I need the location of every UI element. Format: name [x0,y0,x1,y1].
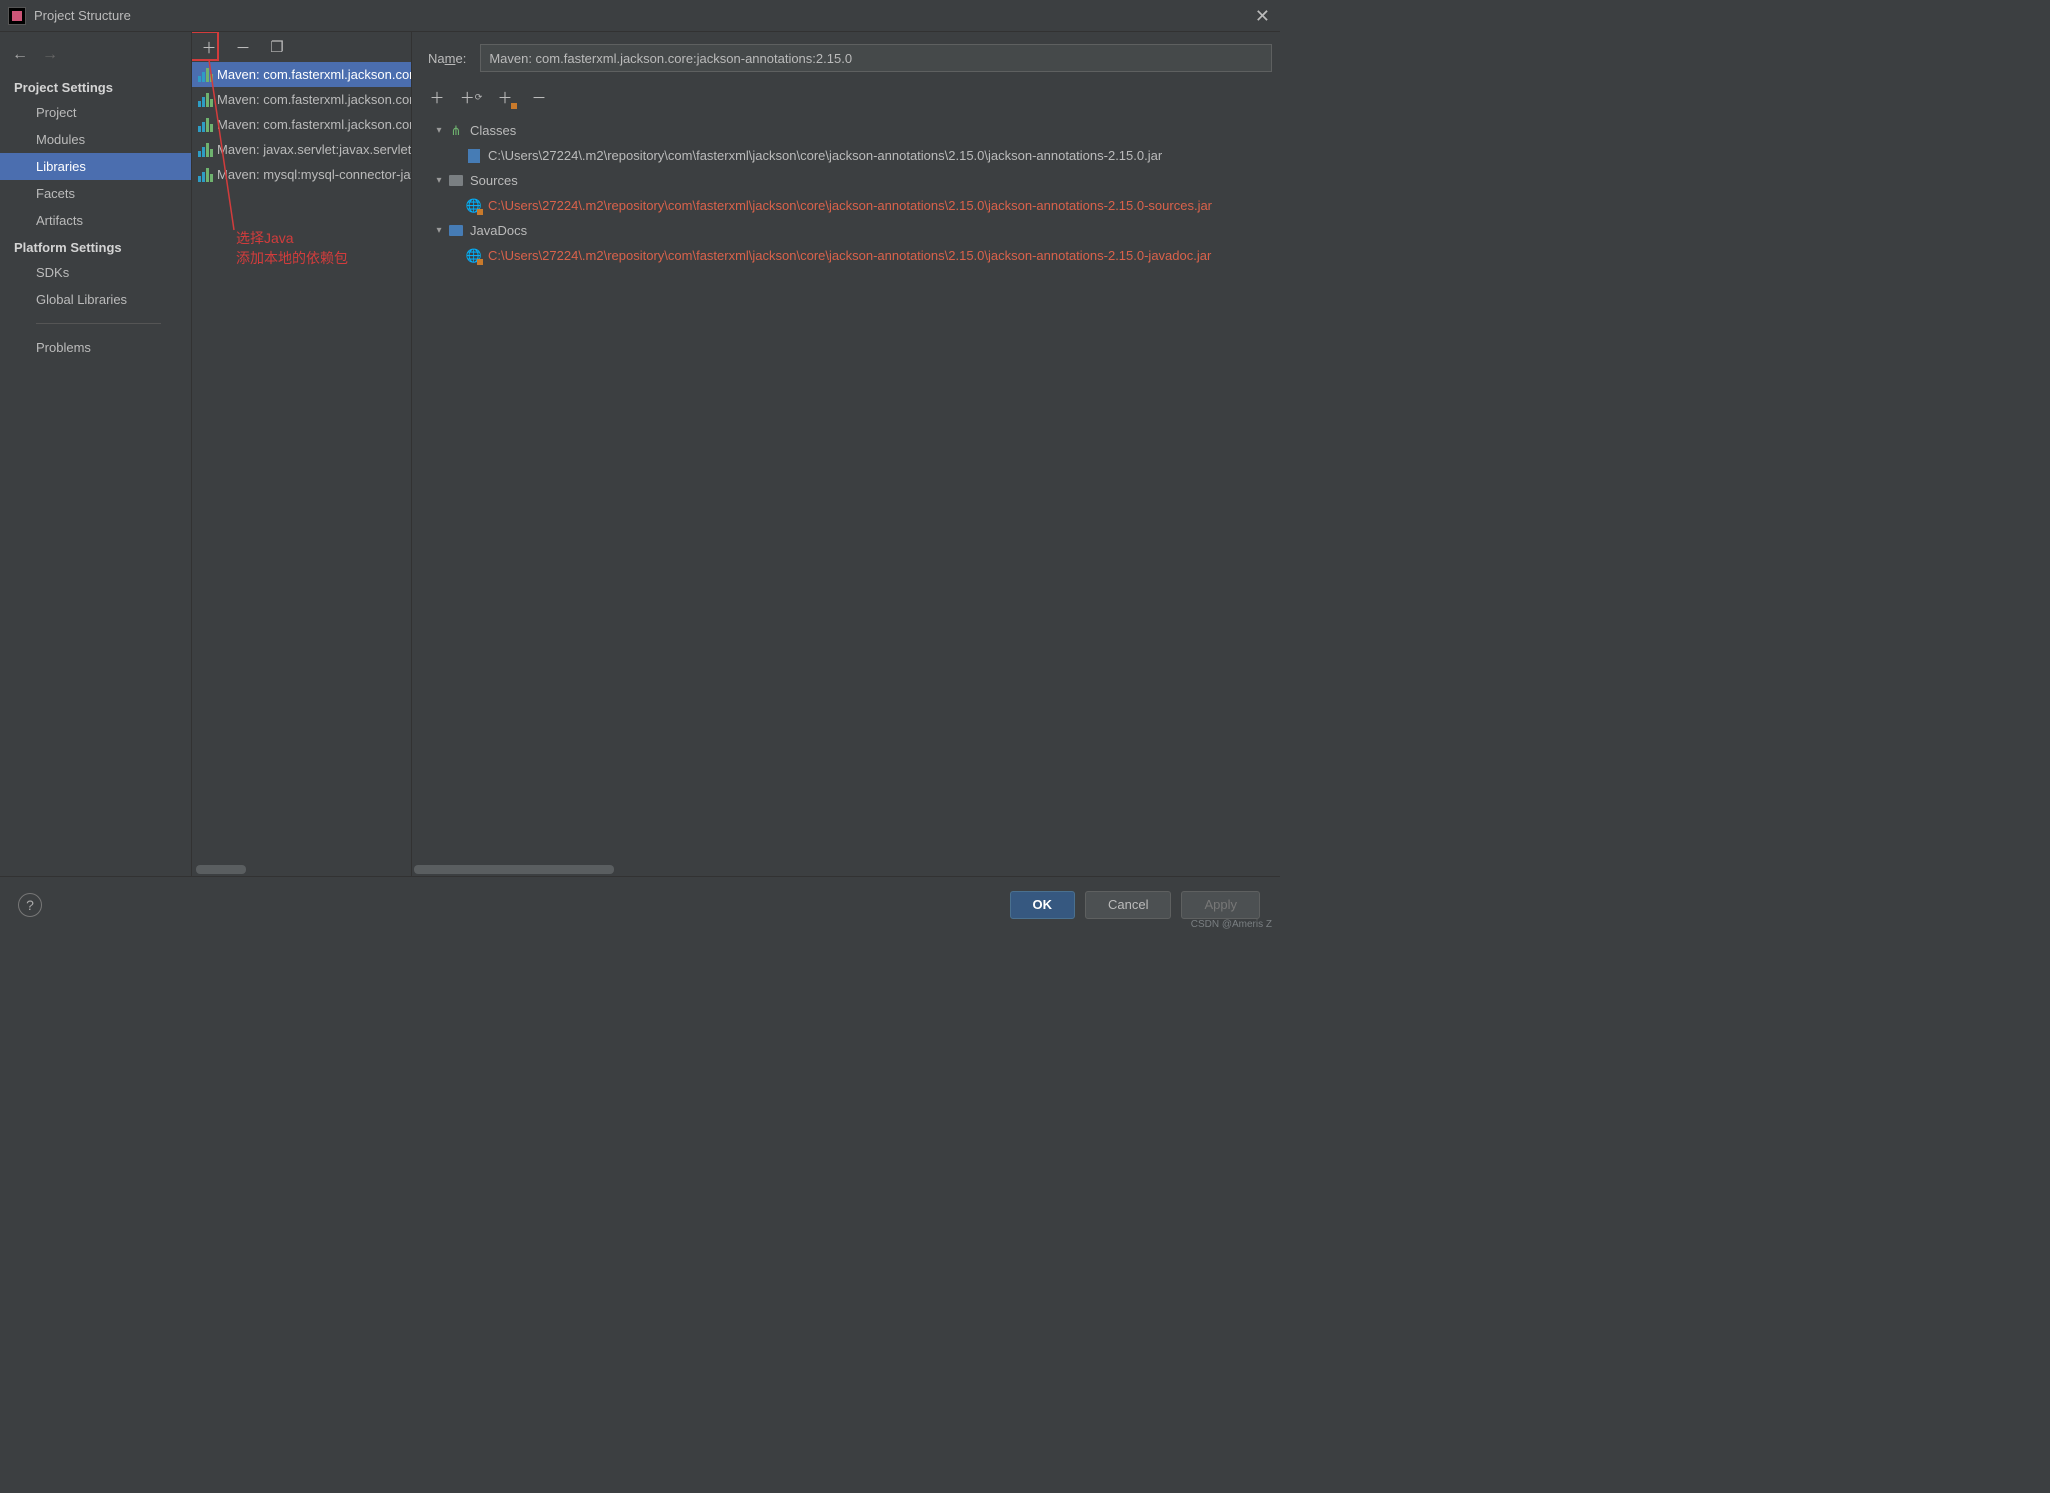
tree-label: Sources [470,173,518,188]
library-bars-icon [198,93,213,107]
add-library-icon[interactable]: ＋ [198,36,220,58]
sidebar-item-artifacts[interactable]: Artifacts [0,207,191,234]
remove-item-icon[interactable]: － [528,86,550,108]
watermark-text: CSDN @Ameris Z [1191,919,1272,930]
name-label: Name: [428,51,466,66]
library-toolbar: ＋ － ❐ [192,32,411,62]
library-entry[interactable]: Maven: javax.servlet:javax.servlet-api:4… [192,137,411,162]
tree-node-classes[interactable]: ▾⋔ Classes [422,118,1280,143]
titlebar: Project Structure ✕ [0,0,1280,32]
sidebar-item-facets[interactable]: Facets [0,180,191,207]
tree-label: JavaDocs [470,223,527,238]
scrollbar-horizontal[interactable] [414,865,614,874]
library-name-input[interactable] [480,44,1272,72]
sidebar-item-sdks[interactable]: SDKs [0,259,191,286]
library-entry-label: Maven: mysql:mysql-connector-java:8.0.33 [217,167,411,182]
library-bars-icon [198,68,213,82]
section-project-settings: Project Settings [0,74,191,99]
back-arrow-icon[interactable]: ← [12,46,28,64]
add-from-maven-icon[interactable]: ＋⟳ [460,86,482,108]
close-icon[interactable]: ✕ [1255,6,1270,27]
library-entry-label: Maven: javax.servlet:javax.servlet-api:4… [217,142,411,157]
library-bars-icon [198,118,213,132]
forward-arrow-icon[interactable]: → [42,46,58,64]
tree-node-javadocs[interactable]: ▾ JavaDocs [422,218,1280,243]
sidebar-item-problems[interactable]: Problems [0,334,191,361]
tree-node-sources[interactable]: ▾ Sources [422,168,1280,193]
detail-panel: Name: ＋ ＋⟳ ＋ － ▾⋔Classes C:\Users\27224\… [412,32,1280,876]
path-text: C:\Users\27224\.m2\repository\com\faster… [488,148,1162,163]
detail-toolbar: ＋ ＋⟳ ＋ － [422,82,1280,114]
library-entry-label: Maven: com.fasterxml.jackson.core:jackso… [217,92,411,107]
library-tree: ▾⋔Classes C:\Users\27224\.m2\repository\… [422,114,1280,268]
add-annotated-icon[interactable]: ＋ [494,86,516,108]
app-icon [8,7,26,25]
path-text: C:\Users\27224\.m2\repository\com\faster… [488,248,1211,263]
library-entry-label: Maven: com.fasterxml.jackson.core:jackso… [217,67,411,82]
folder-javadoc-icon [448,223,464,239]
sidebar-item-global-libraries[interactable]: Global Libraries [0,286,191,313]
help-icon[interactable]: ? [18,893,42,917]
library-entry-label: Maven: com.fasterxml.jackson.core:jackso… [217,117,411,132]
sidebar-item-project[interactable]: Project [0,99,191,126]
annotation-text-2: 添加本地的依赖包 [236,248,348,268]
folder-icon [448,173,464,189]
footer: ? OK Cancel Apply [0,876,1280,932]
library-file-icon [466,148,482,164]
remove-library-icon[interactable]: － [232,36,254,58]
copy-library-icon[interactable]: ❐ [266,36,288,58]
annotation-text-1: 选择Java [236,228,294,248]
library-entry[interactable]: Maven: com.fasterxml.jackson.core:jackso… [192,62,411,87]
scrollbar-horizontal[interactable] [196,865,246,874]
tree-label: Classes [470,123,516,138]
library-bars-icon [198,143,213,157]
main-content: ← → Project Settings Project Modules Lib… [0,32,1280,876]
classes-icon: ⋔ [448,123,464,139]
library-entry[interactable]: Maven: mysql:mysql-connector-java:8.0.33 [192,162,411,187]
sidebar: ← → Project Settings Project Modules Lib… [0,32,192,876]
globe-download-icon: 🌐 [466,198,482,214]
chevron-down-icon[interactable]: ▾ [432,225,446,236]
library-entry[interactable]: Maven: com.fasterxml.jackson.core:jackso… [192,87,411,112]
tree-leaf-javadocs-path[interactable]: 🌐 C:\Users\27224\.m2\repository\com\faste… [422,243,1280,268]
ok-button[interactable]: OK [1010,891,1076,919]
sidebar-separator [36,323,161,324]
tree-leaf-classes-path[interactable]: C:\Users\27224\.m2\repository\com\faster… [422,143,1280,168]
name-row: Name: [422,40,1280,82]
library-bars-icon [198,168,213,182]
sidebar-item-modules[interactable]: Modules [0,126,191,153]
section-platform-settings: Platform Settings [0,234,191,259]
sidebar-item-libraries[interactable]: Libraries [0,153,191,180]
apply-button[interactable]: Apply [1181,891,1260,919]
library-entry[interactable]: Maven: com.fasterxml.jackson.core:jackso… [192,112,411,137]
window-title: Project Structure [34,8,131,23]
library-list-panel: ＋ － ❐ Maven: com.fasterxml.jackson.core:… [192,32,412,876]
nav-arrows: ← → [0,42,191,74]
globe-download-icon: 🌐 [466,248,482,264]
chevron-down-icon[interactable]: ▾ [432,175,446,186]
library-entries: Maven: com.fasterxml.jackson.core:jackso… [192,62,411,876]
path-text: C:\Users\27224\.m2\repository\com\faster… [488,198,1212,213]
add-item-icon[interactable]: ＋ [426,86,448,108]
cancel-button[interactable]: Cancel [1085,891,1171,919]
tree-leaf-sources-path[interactable]: 🌐 C:\Users\27224\.m2\repository\com\faste… [422,193,1280,218]
chevron-down-icon[interactable]: ▾ [432,125,446,136]
